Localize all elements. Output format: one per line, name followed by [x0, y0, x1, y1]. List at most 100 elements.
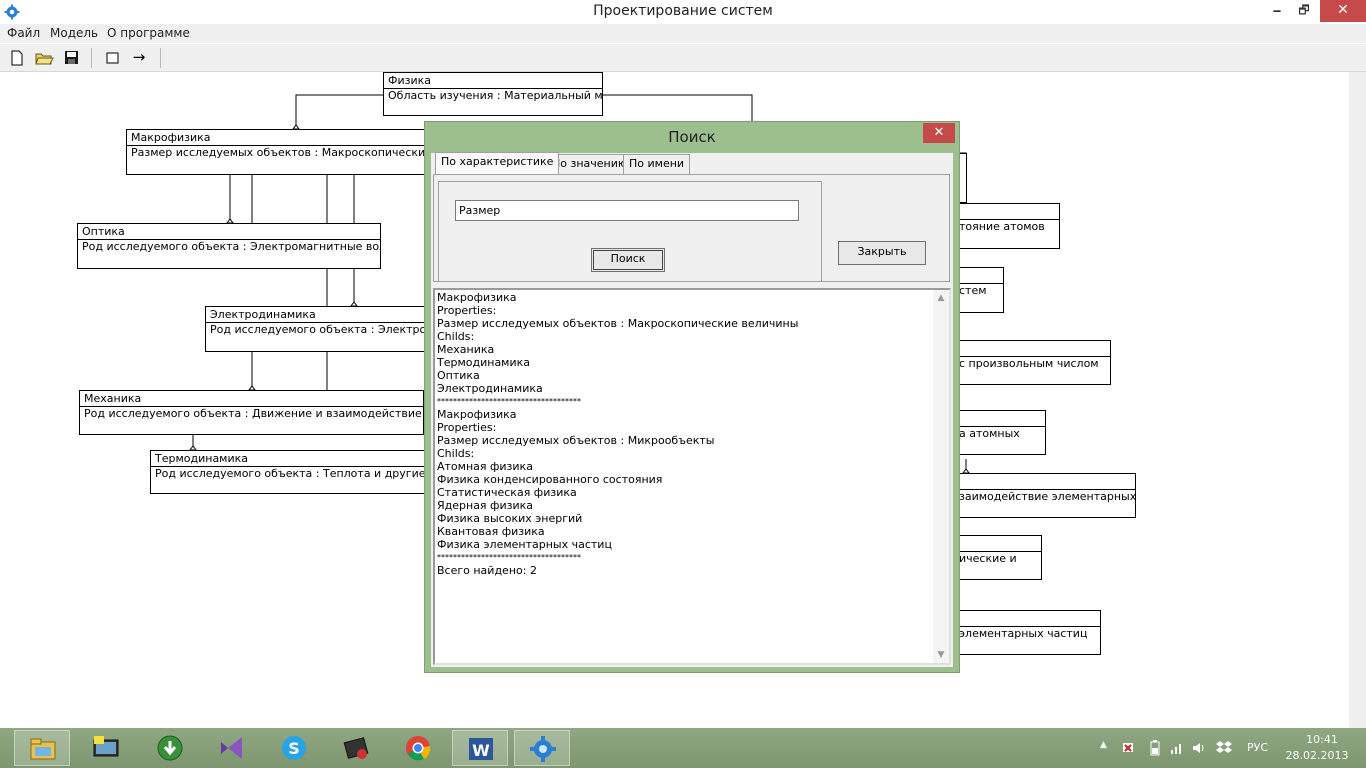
result-line: Properties:: [437, 304, 497, 317]
node-macrophysics[interactable]: Макрофизика Размер исследуемых объектов …: [126, 129, 432, 175]
word-letter: W: [472, 741, 490, 760]
signal-icon[interactable]: [1170, 741, 1184, 755]
terminal-app-icon: [343, 737, 369, 759]
chrome-icon: [406, 736, 431, 761]
node-property: с произвольным числом: [959, 357, 1099, 370]
window-title: Проектирование систем: [593, 3, 773, 19]
node-property: Род исследуемого объекта : Электромагнит…: [82, 240, 381, 253]
taskbar-chrome[interactable]: [390, 730, 446, 766]
result-line: ************************************: [437, 553, 581, 562]
qip-messenger-icon: [93, 736, 119, 757]
close-window-button[interactable]: ✕: [1320, 0, 1366, 22]
title-bar: Проектирование систем 🗕 🗗 ✕: [0, 0, 1366, 24]
node-physics[interactable]: Физика Область изучения : Материальный м…: [383, 72, 603, 116]
clock-date[interactable]: 28.02.2013: [1282, 749, 1352, 762]
node-electrodynamics[interactable]: Электродинамика Род исследуемого объекта…: [205, 306, 432, 352]
node-property: заимодействие элементарных: [959, 490, 1136, 503]
search-input[interactable]: [455, 200, 799, 221]
node-name: Физика: [384, 73, 602, 89]
open-folder-icon[interactable]: [33, 48, 55, 68]
result-line: Квантовая физика: [437, 525, 545, 538]
taskbar-word[interactable]: W: [452, 730, 508, 766]
clock-time[interactable]: 10:41: [1292, 733, 1352, 746]
search-button[interactable]: Поиск: [591, 248, 665, 272]
taskbar-skype[interactable]: S: [266, 730, 322, 766]
arrow-right-icon[interactable]: →: [128, 48, 150, 68]
node-right-4[interactable]: с произвольным числом: [937, 340, 1111, 385]
node-name: Термодинамика: [151, 451, 431, 467]
result-line: Физика конденсированного состояния: [437, 473, 663, 486]
node-property: Род исследуемого объекта : Движение и вз…: [84, 407, 424, 420]
node-property: Область изучения : Материальный мир: [388, 89, 603, 102]
taskbar-qip[interactable]: [78, 730, 134, 766]
result-line: Всего найдено: 2: [437, 564, 537, 577]
word-icon: W: [469, 738, 493, 760]
node-property: Размер исследуемых объектов : Макроскопи…: [131, 146, 432, 159]
node-thermodynamics[interactable]: Термодинамика Род исследуемого объекта :…: [150, 450, 432, 494]
new-file-icon[interactable]: [6, 48, 28, 68]
show-hidden-icons-icon[interactable]: ▲: [1100, 740, 1107, 750]
toolbar-separator: [91, 48, 92, 68]
result-line: Оптика: [437, 369, 480, 382]
rectangle-icon[interactable]: [101, 48, 123, 68]
system-design-app-icon: [530, 736, 556, 762]
menu-model[interactable]: Модель: [50, 26, 98, 40]
result-line: Атомная физика: [437, 460, 533, 473]
node-right-8[interactable]: элементарных частиц: [937, 610, 1101, 655]
node-right-6[interactable]: заимодействие элементарных: [937, 473, 1136, 518]
taskbar-explorer[interactable]: [14, 730, 70, 766]
node-optics[interactable]: Оптика Род исследуемого объекта : Электр…: [77, 223, 381, 269]
node-property: Род исследуемого объекта : Электромагнит…: [210, 323, 432, 336]
svg-text:S: S: [288, 739, 300, 758]
taskbar-downloader[interactable]: [142, 730, 198, 766]
tab-by-characteristic[interactable]: По характеристике: [435, 152, 560, 174]
language-indicator[interactable]: РУС: [1247, 741, 1268, 754]
result-line: ************************************: [437, 397, 581, 406]
maximize-button[interactable]: 🗗: [1292, 0, 1316, 22]
network-error-icon[interactable]: [1122, 740, 1136, 754]
node-name: Макрофизика: [127, 130, 431, 146]
result-line: Статистическая физика: [437, 486, 577, 499]
minimize-button[interactable]: 🗕: [1266, 0, 1288, 22]
scroll-up-icon[interactable]: ▲: [933, 290, 949, 306]
node-mechanics[interactable]: Механика Род исследуемого объекта : Движ…: [79, 390, 424, 435]
result-line: Childs:: [437, 330, 475, 343]
menu-about[interactable]: О программе: [107, 26, 190, 40]
scroll-down-icon[interactable]: ▼: [933, 647, 949, 663]
node-name: Оптика: [78, 224, 380, 240]
canvas-scrollbar[interactable]: [1349, 72, 1366, 728]
tab-by-name[interactable]: По имени: [623, 154, 691, 174]
save-icon[interactable]: [60, 48, 82, 68]
battery-icon[interactable]: [1150, 740, 1160, 756]
taskbar-visual-studio[interactable]: [204, 730, 260, 766]
dialog-title: Поиск: [668, 128, 716, 146]
tab-panel: Поиск Закрыть: [433, 174, 950, 282]
search-group: Поиск: [438, 181, 822, 282]
download-manager-icon: [157, 735, 183, 761]
menu-bar: Файл Модель О программе: [0, 24, 1366, 43]
result-line: Термодинамика: [437, 356, 531, 369]
dialog-close-button[interactable]: ✕: [923, 123, 955, 143]
visual-studio-icon: [221, 737, 242, 759]
volume-icon[interactable]: [1192, 741, 1206, 755]
result-line: Физика высоких энергий: [437, 512, 583, 525]
result-line: Электродинамика: [437, 382, 543, 395]
result-line: Макрофизика: [437, 408, 517, 421]
results-scrollbar[interactable]: ▲ ▼: [933, 290, 949, 663]
result-line: Размер исследуемых объектов : Макроскопи…: [437, 317, 799, 330]
result-line: Размер исследуемых объектов : Микрообъек…: [437, 434, 715, 447]
node-name: Электродинамика: [206, 307, 431, 323]
node-property: Род исследуемого объекта : Теплота и дру…: [155, 467, 431, 480]
close-button[interactable]: Закрыть: [838, 241, 926, 265]
menu-file[interactable]: Файл: [7, 26, 40, 40]
toolbar: →: [0, 44, 1366, 72]
result-line: Childs:: [437, 447, 475, 460]
result-line: Properties:: [437, 421, 497, 434]
skype-icon: S: [282, 736, 306, 760]
dropbox-icon[interactable]: [1216, 740, 1232, 754]
search-dialog: Поиск ✕ По характеристике По значению По…: [424, 121, 960, 673]
taskbar-terminal[interactable]: [328, 730, 384, 766]
taskbar-system-design-app[interactable]: [514, 730, 570, 766]
results-textbox[interactable]: Макрофизика Properties: Размер исследуемых…: [433, 288, 951, 665]
taskbar: S W ▲ РУС 10:41 28.02.2013: [0, 728, 1366, 768]
